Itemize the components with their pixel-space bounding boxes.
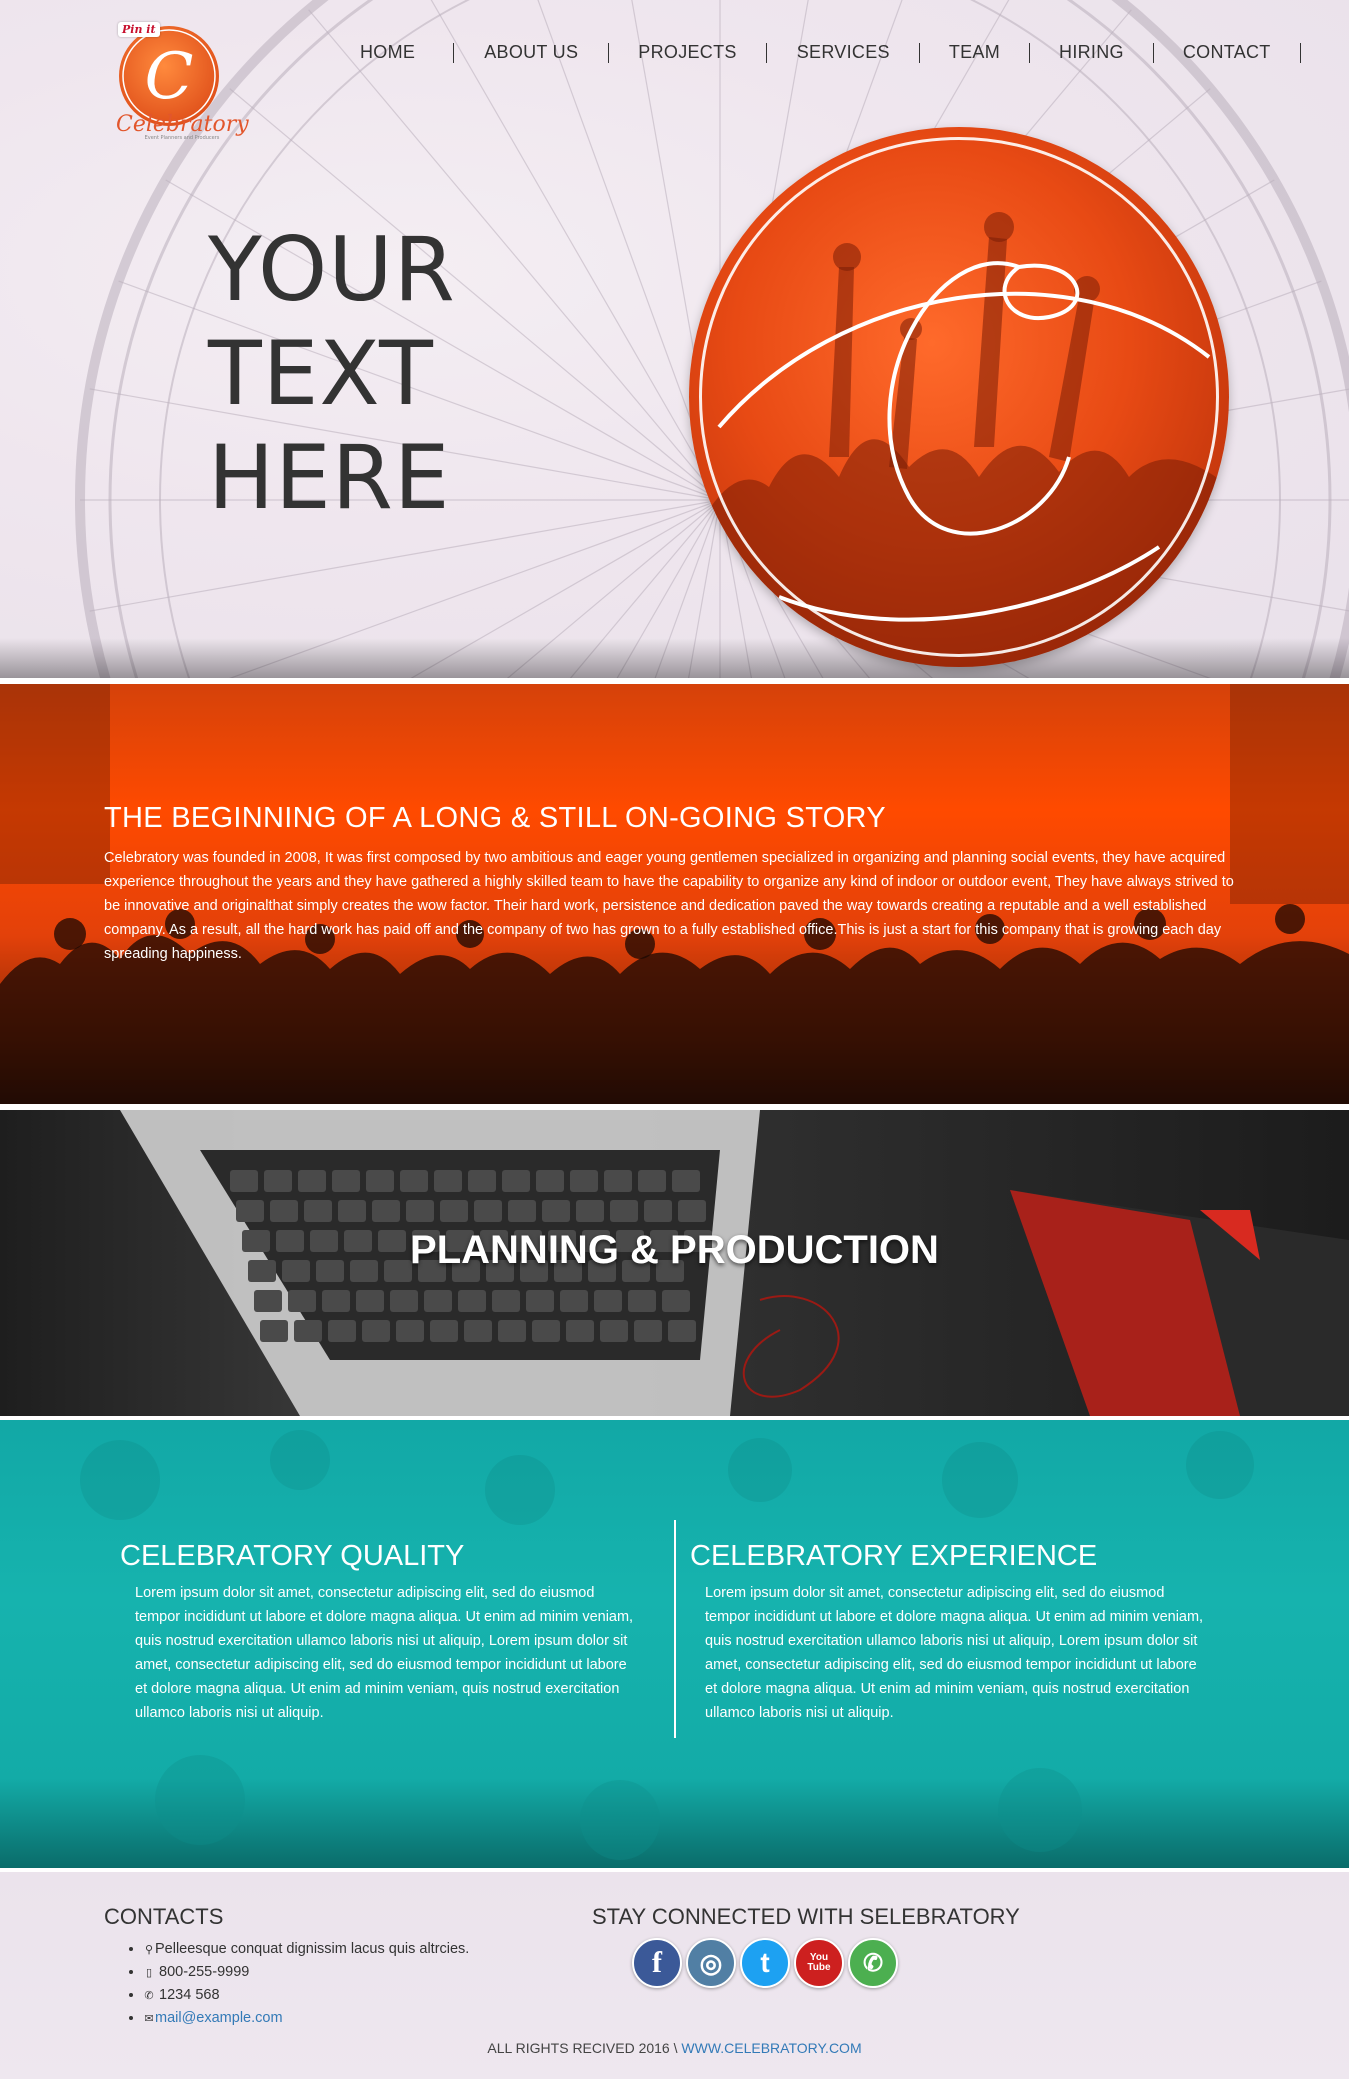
email-link[interactable]: mail@example.com xyxy=(155,2010,283,2026)
nav-team[interactable]: TEAM xyxy=(949,42,1000,63)
map-marker-icon: ⚲ xyxy=(144,1944,154,1956)
nav-separator xyxy=(1299,42,1301,63)
nav-contact[interactable]: CONTACT xyxy=(1183,42,1271,63)
stay-connected-heading: STAY CONNECTED WITH SELEBRATORY xyxy=(592,1904,1020,1929)
footer: CONTACTS ⚲Pelleesque conquat dignissim l… xyxy=(0,1872,1349,2079)
website-link[interactable]: WWW.CELEBRATORY.COM xyxy=(681,2040,861,2056)
main-nav: HOME ABOUT US PROJECTS SERVICES TEAM HIR… xyxy=(360,42,1301,63)
logo-tagline: Event Planners and Producers xyxy=(144,135,220,141)
nav-about-us[interactable]: ABOUT US xyxy=(484,42,578,63)
quality-column: CELEBRATORY QUALITY Lorem ipsum dolor si… xyxy=(120,1540,640,1725)
youtube-icon[interactable]: You Tube xyxy=(794,1938,844,1988)
facebook-icon[interactable]: f xyxy=(632,1938,682,1988)
column-divider xyxy=(674,1520,676,1738)
nav-projects[interactable]: PROJECTS xyxy=(638,42,736,63)
svg-text:C: C xyxy=(145,40,194,114)
social-block: STAY CONNECTED WITH SELEBRATORY xyxy=(592,1904,1020,1930)
contacts-block: CONTACTS ⚲Pelleesque conquat dignissim l… xyxy=(104,1904,469,2030)
quality-body: Lorem ipsum dolor sit amet, consectetur … xyxy=(135,1585,634,1721)
contact-address: ⚲Pelleesque conquat dignissim lacus quis… xyxy=(144,1938,469,1961)
story-section: THE BEGINNING OF A LONG & STILL ON-GOING… xyxy=(0,684,1349,1104)
hero-title-line: HERE xyxy=(208,426,451,529)
hero-section: C Pin it Celebratory Event Planners and … xyxy=(0,0,1349,678)
nav-separator xyxy=(608,42,610,63)
hero-title: YOUR TEXT HERE xyxy=(208,218,456,530)
copyright: ALL RIGHTS RECIVED 2016 \ WWW.CELEBRATOR… xyxy=(487,2040,862,2056)
envelope-icon: ✉ xyxy=(144,2013,154,2025)
quality-section: CELEBRATORY QUALITY Lorem ipsum dolor si… xyxy=(0,1420,1349,1868)
story-body: Celebratory was founded in 2008, It was … xyxy=(104,850,1234,962)
contact-phone: ✆ 1234 568 xyxy=(144,1984,469,2007)
hero-emblem xyxy=(689,127,1229,667)
nav-separator xyxy=(1029,42,1031,63)
quality-heading: CELEBRATORY QUALITY xyxy=(120,1540,465,1572)
nav-hiring[interactable]: HIRING xyxy=(1059,42,1124,63)
planning-heading: PLANNING & PRODUCTION xyxy=(410,1228,939,1272)
nav-separator xyxy=(918,42,920,63)
experience-heading: CELEBRATORY EXPERIENCE xyxy=(690,1540,1098,1572)
nav-separator xyxy=(765,42,767,63)
phone-icon: ✆ xyxy=(144,1990,154,2002)
hero-title-line: YOUR xyxy=(208,218,456,321)
experience-body: Lorem ipsum dolor sit amet, consectetur … xyxy=(705,1585,1204,1721)
mobile-icon: ▯ xyxy=(145,1967,153,1979)
contacts-list: ⚲Pelleesque conquat dignissim lacus quis… xyxy=(104,1938,469,2030)
contacts-heading: CONTACTS xyxy=(104,1904,224,1929)
pin-it-button[interactable]: Pin it xyxy=(118,22,160,37)
nav-home[interactable]: HOME xyxy=(360,42,415,63)
twitter-icon[interactable]: t xyxy=(740,1938,790,1988)
logo-wordmark: Celebratory xyxy=(116,112,249,137)
hero-title-line: TEXT xyxy=(208,322,434,425)
experience-column: CELEBRATORY EXPERIENCE Lorem ipsum dolor… xyxy=(690,1540,1210,1725)
story-heading: THE BEGINNING OF A LONG & STILL ON-GOING… xyxy=(104,802,886,834)
planning-section: PLANNING & PRODUCTION xyxy=(0,1110,1349,1416)
nav-separator xyxy=(453,42,455,63)
nav-separator xyxy=(1152,42,1154,63)
contact-email: ✉mail@example.com xyxy=(144,2007,469,2030)
instagram-icon[interactable]: ◎ xyxy=(686,1938,736,1988)
nav-services[interactable]: SERVICES xyxy=(797,42,890,63)
social-icons: f ◎ t You Tube ✆ xyxy=(632,1938,898,1988)
whatsapp-icon[interactable]: ✆ xyxy=(848,1938,898,1988)
contact-mobile: ▯ 800-255-9999 xyxy=(144,1961,469,1984)
